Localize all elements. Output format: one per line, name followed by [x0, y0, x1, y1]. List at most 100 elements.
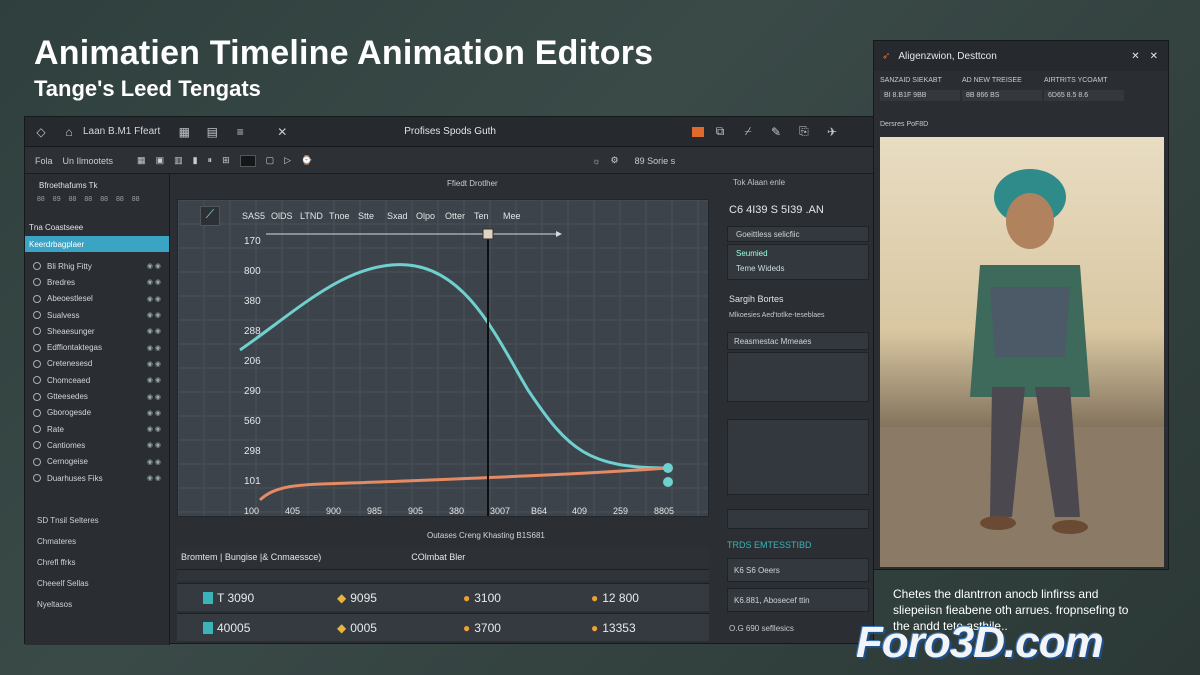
pause-icon[interactable]: ⏸ — [208, 155, 213, 166]
row-cell-3[interactable]: ● 3700 — [463, 614, 501, 641]
sec1-item-1[interactable]: Seumied — [736, 249, 868, 258]
sec4-item-3[interactable]: O.G 690 sefllesics — [729, 624, 794, 633]
sidebar-item[interactable]: Bredres ◉ ◉ — [25, 274, 169, 290]
sidebar-item-label: Abeoestlesel — [47, 294, 93, 304]
char-column-header: AIRTRITS YCOAMT — [1044, 77, 1108, 84]
row-cell-3[interactable]: ● 3100 — [463, 584, 501, 611]
section-1[interactable]: Goeittless selicfiic — [727, 226, 869, 242]
sidebar-footer-item[interactable]: Chmateres — [25, 531, 169, 552]
visibility-icon[interactable]: ◉ ◉ — [147, 344, 161, 352]
square-icon[interactable]: ▢ — [266, 155, 275, 166]
edit-icon[interactable]: ✎ — [764, 121, 788, 143]
row-cell-4[interactable]: ● 13353 — [591, 614, 636, 641]
sidebar-item-selected[interactable]: Keerdrbagplaer — [25, 236, 169, 252]
ruler-icon[interactable]: ⊞ — [222, 155, 230, 166]
lock-icon[interactable]: ⌂ — [57, 121, 81, 143]
char-column-value[interactable]: 8B 866 BS — [962, 90, 1042, 101]
save-icon[interactable]: ▣ — [156, 155, 165, 166]
sec4-item-1[interactable]: K6 S6 Oeers — [727, 558, 869, 582]
sidebar-item[interactable]: Edffiontaktegas ◉ ◉ — [25, 339, 169, 355]
sidebar-item[interactable]: Cretenesesd ◉ ◉ — [25, 356, 169, 372]
play-icon[interactable]: ▷ — [284, 155, 291, 166]
graph-tool-icon[interactable]: ⟋ — [200, 206, 220, 226]
record-icon[interactable] — [691, 126, 704, 137]
visibility-icon[interactable]: ◉ ◉ — [147, 327, 161, 335]
sidebar-item[interactable]: Bli Rhig Fitty ◉ ◉ — [25, 258, 169, 274]
visibility-icon[interactable]: ◉ ◉ — [147, 458, 161, 466]
sidebar-footer-item[interactable]: Chrefl ffrks — [25, 552, 169, 573]
char-column-value[interactable]: BI 8.B1F 9BB — [880, 90, 960, 101]
visibility-icon[interactable]: ◉ ◉ — [147, 295, 161, 303]
sidebar-item[interactable]: Duarhuses Fiks ◉ ◉ — [25, 470, 169, 486]
sidebar-item[interactable]: Cantiomes ◉ ◉ — [25, 437, 169, 453]
sidebar-item[interactable]: Sheaesunger ◉ ◉ — [25, 323, 169, 339]
layout-icon[interactable]: ▦ — [172, 121, 196, 143]
sidebar-item-label: Bredres — [47, 277, 76, 287]
close-icon-2[interactable]: ✕ — [1150, 51, 1158, 62]
sidebar-footer-item[interactable]: Nyeltasos — [25, 594, 169, 615]
export-icon[interactable]: ✈ — [820, 121, 844, 143]
close-icon[interactable]: ✕ — [1131, 51, 1139, 62]
sec4-item-2[interactable]: K6.881, Abosecef ttin — [727, 588, 869, 612]
visibility-icon[interactable]: ◉ ◉ — [147, 425, 161, 433]
layer-icon — [33, 343, 41, 352]
table-row[interactable]: 40005 ◆ 0005 ● 3700 ● 13353 — [177, 613, 709, 641]
layers-icon[interactable]: ⧉ — [708, 121, 732, 143]
sidebar-footer-item[interactable]: SD Tnsil Selteres — [25, 510, 169, 531]
table-row[interactable]: T 3090 ◆ 9095 ● 3100 ● 12 800 — [177, 583, 709, 611]
visibility-icon[interactable]: ◉ ◉ — [147, 311, 161, 319]
curve-graph-editor[interactable]: SAS5 OlDS LTND Tnoe Stte Sxad Olpo Otter Ten Mee … — [177, 199, 709, 517]
x-axis-caption: Outases Creng Khasting B1S681 — [427, 531, 545, 540]
visibility-icon[interactable]: ◉ ◉ — [147, 474, 161, 482]
cell-value: 9095 — [350, 590, 377, 605]
stop-icon[interactable] — [239, 154, 256, 167]
row-cell-4[interactable]: ● 12 800 — [591, 584, 639, 611]
image-label: Dersres PoF8D — [880, 121, 929, 128]
list-icon[interactable]: ≡ — [228, 121, 252, 143]
cell-value: 40005 — [217, 620, 251, 635]
layer-icon — [33, 294, 41, 303]
sun-icon[interactable]: ☼ — [592, 156, 600, 166]
visibility-icon[interactable]: ◉ ◉ — [147, 409, 161, 417]
project-title: Profises Spods Guth — [404, 126, 496, 137]
sidebar-item[interactable]: Cernogeise ◉ ◉ — [25, 454, 169, 470]
sidebar-footer-item[interactable]: Cheeelf Sellas — [25, 573, 169, 594]
grid-icon[interactable]: ▤ — [200, 121, 224, 143]
visibility-icon[interactable]: ◉ ◉ — [147, 376, 161, 384]
sidebar-item[interactable]: Sualvess ◉ ◉ — [25, 307, 169, 323]
sidebar-item[interactable]: Abeoestlesel ◉ ◉ — [25, 291, 169, 307]
sidebar-item[interactable]: Rate ◉ ◉ — [25, 421, 169, 437]
row-cell-1[interactable]: T 3090 — [203, 584, 254, 611]
diamond-icon[interactable]: ◇ — [29, 121, 53, 143]
sidebar-item[interactable]: Chomceaed ◉ ◉ — [25, 372, 169, 388]
settings-icon[interactable]: ⚙ — [611, 155, 619, 166]
brush-icon[interactable]: ⌿ — [736, 121, 760, 143]
close-x-icon[interactable]: ✕ — [270, 121, 294, 143]
timer-icon[interactable]: ⌚ — [301, 155, 312, 166]
visibility-icon[interactable]: ◉ ◉ — [147, 393, 161, 401]
section-5[interactable] — [727, 509, 869, 529]
toolbar-label-2: Un Ilmootets — [62, 155, 114, 166]
visibility-icon[interactable]: ◉ ◉ — [147, 262, 161, 270]
sidebar-item[interactable]: Gborogesde ◉ ◉ — [25, 405, 169, 421]
layer-icon — [33, 408, 41, 417]
sidebar-item[interactable]: Gtteesedes ◉ ◉ — [25, 388, 169, 404]
row-cell-2[interactable]: ◆ 9095 — [337, 584, 377, 611]
sec1-item-2[interactable]: Teme Wideds — [736, 264, 868, 273]
char-column-header: AD NEW TREISEE — [962, 77, 1022, 84]
bookmark-icon[interactable]: ▮ — [193, 155, 198, 166]
character-render-viewport[interactable] — [880, 137, 1164, 567]
visibility-icon[interactable]: ◉ ◉ — [147, 441, 161, 449]
headline: Animatien Timeline Animation Editors — [34, 34, 654, 72]
visibility-icon[interactable]: ◉ ◉ — [147, 360, 161, 368]
section-3[interactable]: Reasmestac Mmeaes — [727, 332, 869, 350]
copy-icon[interactable]: ⎘ — [792, 121, 816, 143]
keyframe-icon[interactable]: ▦ — [137, 155, 146, 166]
visibility-icon[interactable]: ◉ ◉ — [147, 278, 161, 286]
layer-icon — [33, 262, 41, 271]
row-cell-2[interactable]: ◆ 0005 — [337, 614, 377, 641]
layer-icon — [33, 425, 41, 434]
row-cell-1[interactable]: 40005 — [203, 614, 250, 641]
film-icon[interactable]: ▥ — [174, 155, 183, 166]
char-column-value[interactable]: 6D65 8.5 8.6 — [1044, 90, 1124, 101]
